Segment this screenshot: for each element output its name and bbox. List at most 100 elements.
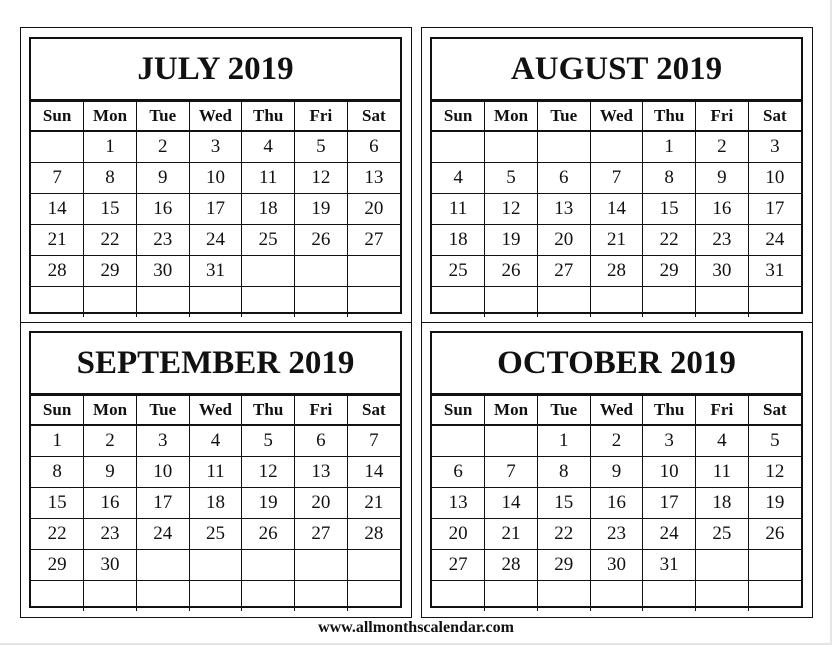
day-cell — [536, 580, 591, 611]
week-row: 22 23 24 25 26 27 28 — [31, 518, 400, 550]
calendar-july: JULY 2019 Sun Mon Tue Wed Thu Fri Sat 1 2 3 4 5 6 7 8 9 1… — [29, 37, 402, 317]
day-cell: 6 — [294, 424, 348, 457]
day-cell: 20 — [294, 487, 348, 519]
day-cell — [642, 286, 697, 317]
day-cell: 24 — [135, 518, 190, 550]
calendar-september: SEPTEMBER 2019 Sun Mon Tue Wed Thu Fri Sat 1 2 3 4 5… — [29, 331, 402, 611]
day-cell: 30 — [589, 549, 644, 581]
day-cell: 12 — [294, 162, 348, 194]
day-cell: 15 — [642, 193, 697, 225]
day-cell: 30 — [695, 255, 749, 287]
week-row: 13 14 15 16 17 18 19 — [432, 487, 801, 519]
day-cell — [484, 130, 538, 163]
day-cell — [83, 580, 137, 611]
weekday-header: Wed — [188, 395, 243, 426]
day-cell: 15 — [31, 487, 85, 519]
day-cell: 17 — [747, 193, 801, 225]
day-cell: 31 — [747, 255, 801, 287]
day-cell: 16 — [83, 487, 137, 519]
day-cell: 12 — [484, 193, 538, 225]
day-cell: 13 — [432, 487, 486, 519]
day-cell — [346, 255, 400, 287]
week-row: 29 30 — [31, 549, 400, 581]
day-cell: 19 — [294, 193, 348, 225]
weekday-header: Sat — [346, 101, 400, 132]
day-cell: 26 — [747, 518, 801, 550]
day-cell: 13 — [294, 456, 348, 488]
day-cell: 17 — [188, 193, 243, 225]
day-cell — [346, 286, 400, 317]
weekday-header: Fri — [294, 101, 348, 132]
day-cell: 25 — [241, 224, 296, 256]
week-row: 15 16 17 18 19 20 21 — [31, 487, 400, 519]
week-row: 8 9 10 11 12 13 14 — [31, 456, 400, 488]
day-cell: 13 — [536, 193, 591, 225]
week-row: 7 8 9 10 11 12 13 — [31, 162, 400, 194]
day-cell: 12 — [241, 456, 296, 488]
day-cell: 21 — [589, 224, 644, 256]
weekday-header: Thu — [241, 101, 296, 132]
day-cell: 18 — [241, 193, 296, 225]
weekday-header: Mon — [83, 101, 137, 132]
day-cell: 1 — [642, 130, 697, 163]
day-cell: 3 — [642, 424, 697, 457]
day-cell: 18 — [188, 487, 243, 519]
weekday-header: Mon — [484, 395, 538, 426]
day-cell — [241, 255, 296, 287]
day-cell: 6 — [536, 162, 591, 194]
day-cell: 31 — [642, 549, 697, 581]
day-cell — [83, 286, 137, 317]
day-cell: 20 — [432, 518, 486, 550]
day-cell — [135, 549, 190, 581]
day-cell: 7 — [346, 424, 400, 457]
day-cell: 10 — [188, 162, 243, 194]
day-cell: 21 — [346, 487, 400, 519]
week-row: 4 5 6 7 8 9 10 — [432, 162, 801, 194]
day-cell: 10 — [642, 456, 697, 488]
weekday-header: Sat — [346, 395, 400, 426]
day-cell: 16 — [589, 487, 644, 519]
day-cell: 6 — [346, 130, 400, 163]
day-cell: 5 — [294, 130, 348, 163]
day-cell — [432, 130, 486, 163]
day-cell: 28 — [589, 255, 644, 287]
day-cell: 8 — [536, 456, 591, 488]
day-cell: 16 — [695, 193, 749, 225]
day-cell: 3 — [747, 130, 801, 163]
week-row — [432, 580, 801, 611]
day-cell — [642, 580, 697, 611]
day-cell: 28 — [346, 518, 400, 550]
day-cell: 1 — [31, 424, 85, 457]
month-grid: Sun Mon Tue Wed Thu Fri Sat 1 2 3 4 5 6 7 8 9 10 11 12 13 14… — [31, 101, 400, 317]
weekday-header: Tue — [135, 395, 190, 426]
week-row — [31, 580, 400, 611]
weekday-header: Fri — [695, 101, 749, 132]
day-cell — [188, 549, 243, 581]
weekday-header: Thu — [642, 101, 697, 132]
month-grid: Sun Mon Tue Wed Thu Fri Sat 1 2 3 4 5 6 7 8 9 10 11 12 13 14… — [432, 395, 801, 611]
day-cell — [432, 580, 486, 611]
day-cell — [31, 580, 85, 611]
month-grid: Sun Mon Tue Wed Thu Fri Sat 1 2 3 4 5 6 7 8 9 10 11 12 13 14… — [31, 395, 400, 611]
month-title: SEPTEMBER 2019 — [31, 333, 400, 395]
day-cell — [135, 580, 190, 611]
day-cell: 27 — [294, 518, 348, 550]
day-cell: 19 — [241, 487, 296, 519]
day-cell: 29 — [83, 255, 137, 287]
day-cell: 21 — [31, 224, 85, 256]
day-cell: 9 — [135, 162, 190, 194]
week-row: 14 15 16 17 18 19 20 — [31, 193, 400, 225]
weekday-header: Tue — [536, 101, 591, 132]
day-cell: 28 — [484, 549, 538, 581]
day-cell: 14 — [31, 193, 85, 225]
day-cell — [432, 286, 486, 317]
week-row: 25 26 27 28 29 30 31 — [432, 255, 801, 287]
day-cell — [589, 286, 644, 317]
day-cell: 22 — [83, 224, 137, 256]
day-cell: 18 — [432, 224, 486, 256]
week-row: 123456 — [31, 130, 400, 163]
week-row: 28 29 30 31 — [31, 255, 400, 287]
day-cell: 10 — [747, 162, 801, 194]
weekday-header: Wed — [188, 101, 243, 132]
month-grid: Sun Mon Tue Wed Thu Fri Sat 1 2 3 4 5 6 7 8 9 10 11 12 13 14… — [432, 101, 801, 317]
